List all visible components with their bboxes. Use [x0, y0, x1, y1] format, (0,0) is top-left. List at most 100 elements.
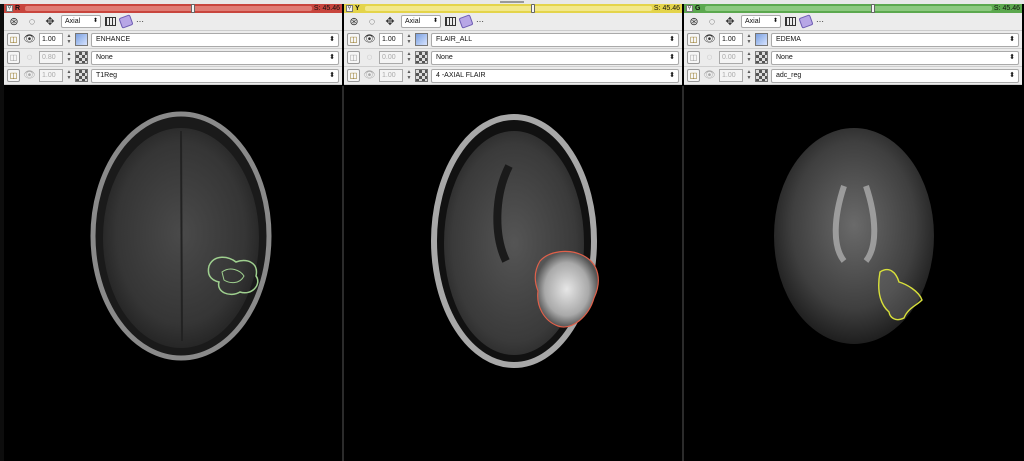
link-icon[interactable]: ◫ — [347, 33, 360, 46]
pin-icon[interactable]: ⚲ — [6, 5, 13, 12]
foreground-layer-row: ◫ ◌ 0.00 ▲ ▼ None ⬍ — [344, 49, 682, 67]
slice-offset-slider[interactable] — [365, 4, 652, 13]
eye-icon[interactable]: ◌ — [363, 51, 376, 64]
link-icon[interactable]: ◫ — [7, 51, 20, 64]
label-volume-select[interactable]: ENHANCE ⬍ — [91, 32, 339, 47]
eye-icon[interactable]: ◌ — [703, 51, 716, 64]
volume-icon[interactable] — [75, 51, 88, 64]
slice-view-yellow[interactable]: ⚲ Y S: 45.46 ⊛ ◌ ✥ Axial ⬍ ⋯ ◫ 👁 1.00 ▲ ▼ … — [344, 4, 682, 461]
opacity-stepper[interactable]: ▲ ▼ — [406, 51, 412, 64]
opacity-field[interactable]: 1.00 — [719, 69, 743, 82]
volume-icon[interactable] — [755, 51, 768, 64]
mri-slice-green[interactable] — [684, 86, 1022, 461]
slider-thumb[interactable] — [531, 4, 536, 13]
label-tag-icon[interactable] — [118, 14, 134, 29]
link-views-icon[interactable]: ⊛ — [687, 15, 701, 29]
volume-icon[interactable] — [415, 69, 428, 82]
label-tag-icon[interactable] — [798, 14, 814, 29]
label-tag-icon[interactable] — [458, 14, 474, 29]
pin-icon[interactable]: ⚲ — [346, 5, 353, 12]
opacity-field[interactable]: 0.80 — [39, 51, 63, 64]
volume-icon[interactable] — [415, 51, 428, 64]
link-icon[interactable]: ◫ — [7, 33, 20, 46]
view-letter: G — [695, 5, 701, 12]
link-icon[interactable]: ◫ — [687, 51, 700, 64]
orientation-select[interactable]: Axial ⬍ — [401, 15, 441, 28]
slice-offset-slider[interactable] — [25, 4, 312, 13]
foreground-volume-select[interactable]: None ⬍ — [771, 50, 1019, 65]
eye-icon[interactable]: 👁 — [703, 33, 716, 46]
layout-icon[interactable] — [445, 17, 456, 26]
opacity-field[interactable]: 1.00 — [39, 69, 63, 82]
slider-thumb[interactable] — [871, 4, 876, 13]
orientation-select[interactable]: Axial ⬍ — [741, 15, 781, 28]
opacity-stepper[interactable]: ▲ ▼ — [746, 33, 752, 46]
opacity-stepper[interactable]: ▲ ▼ — [406, 33, 412, 46]
opacity-stepper[interactable]: ▲ ▼ — [66, 33, 72, 46]
more-options-icon[interactable]: ⋯ — [816, 17, 824, 26]
link-views-icon[interactable]: ⊛ — [347, 15, 361, 29]
opacity-field[interactable]: 1.00 — [379, 69, 403, 82]
pin-icon[interactable]: ⚲ — [686, 5, 693, 12]
eye-icon[interactable]: 👁 — [363, 69, 376, 82]
more-options-icon[interactable]: ⋯ — [476, 17, 484, 26]
opacity-field[interactable]: 0.00 — [719, 51, 743, 64]
crosshair-icon[interactable]: ✥ — [723, 15, 737, 29]
opacity-field[interactable]: 1.00 — [379, 33, 403, 46]
link-icon[interactable]: ◫ — [347, 69, 360, 82]
eye-icon[interactable]: ◌ — [705, 15, 719, 29]
opacity-stepper[interactable]: ▲ ▼ — [746, 69, 752, 82]
background-volume-select[interactable]: T1Reg ⬍ — [91, 68, 339, 83]
opacity-stepper[interactable]: ▲ ▼ — [66, 69, 72, 82]
view-toolbar: ⊛ ◌ ✥ Axial ⬍ ⋯ — [684, 13, 1022, 31]
volume-icon[interactable] — [755, 69, 768, 82]
slice-offset-slider[interactable] — [705, 4, 992, 13]
opacity-stepper[interactable]: ▲ ▼ — [746, 51, 752, 64]
segmentation-icon[interactable] — [755, 33, 768, 46]
opacity-stepper[interactable]: ▲ ▼ — [406, 69, 412, 82]
link-icon[interactable]: ◫ — [7, 69, 20, 82]
mri-slice-yellow[interactable] — [344, 86, 682, 461]
eye-icon[interactable]: 👁 — [23, 33, 36, 46]
background-volume-select[interactable]: 4 -AXIAL FLAIR ⬍ — [431, 68, 679, 83]
orientation-select[interactable]: Axial ⬍ — [61, 15, 101, 28]
eye-icon[interactable]: ◌ — [25, 15, 39, 29]
foreground-layer-row: ◫ ◌ 0.80 ▲ ▼ None ⬍ — [4, 49, 342, 67]
opacity-stepper[interactable]: ▲ ▼ — [66, 51, 72, 64]
eye-icon[interactable]: ◌ — [23, 51, 36, 64]
link-icon[interactable]: ◫ — [347, 51, 360, 64]
eye-icon[interactable]: 👁 — [703, 69, 716, 82]
slice-offset-readout: S: 45.46 — [993, 5, 1020, 12]
eye-icon[interactable]: 👁 — [23, 69, 36, 82]
background-volume-select[interactable]: adc_reg ⬍ — [771, 68, 1019, 83]
layout-icon[interactable] — [105, 17, 116, 26]
segmentation-icon[interactable] — [75, 33, 88, 46]
volume-icon[interactable] — [75, 69, 88, 82]
flair-segment — [534, 250, 599, 328]
splitter-grip[interactable] — [500, 1, 524, 3]
segmentation-icon[interactable] — [415, 33, 428, 46]
eye-icon[interactable]: 👁 — [363, 33, 376, 46]
slider-thumb[interactable] — [191, 4, 196, 13]
layout-icon[interactable] — [785, 17, 796, 26]
link-icon[interactable]: ◫ — [687, 33, 700, 46]
link-icon[interactable]: ◫ — [687, 69, 700, 82]
slice-controller-bar-yellow: ⚲ Y S: 45.46 — [344, 4, 682, 13]
eye-icon[interactable]: ◌ — [365, 15, 379, 29]
foreground-volume-select[interactable]: None ⬍ — [431, 50, 679, 65]
view-toolbar: ⊛ ◌ ✥ Axial ⬍ ⋯ — [4, 13, 342, 31]
label-volume-select[interactable]: FLAIR_ALL ⬍ — [431, 32, 679, 47]
more-options-icon[interactable]: ⋯ — [136, 17, 144, 26]
opacity-field[interactable]: 0.00 — [379, 51, 403, 64]
opacity-field[interactable]: 1.00 — [719, 33, 743, 46]
crosshair-icon[interactable]: ✥ — [383, 15, 397, 29]
foreground-layer-row: ◫ ◌ 0.00 ▲ ▼ None ⬍ — [684, 49, 1022, 67]
link-views-icon[interactable]: ⊛ — [7, 15, 21, 29]
opacity-field[interactable]: 1.00 — [39, 33, 63, 46]
crosshair-icon[interactable]: ✥ — [43, 15, 57, 29]
label-volume-select[interactable]: EDEMA ⬍ — [771, 32, 1019, 47]
slice-view-red[interactable]: ⚲ R S: 45.46 ⊛ ◌ ✥ Axial ⬍ ⋯ ◫ 👁 1.00 ▲ ▼ … — [4, 4, 342, 461]
mri-slice-red[interactable] — [4, 86, 342, 461]
foreground-volume-select[interactable]: None ⬍ — [91, 50, 339, 65]
slice-view-green[interactable]: ⚲ G S: 45.46 ⊛ ◌ ✥ Axial ⬍ ⋯ ◫ 👁 1.00 ▲ ▼ … — [684, 4, 1022, 461]
